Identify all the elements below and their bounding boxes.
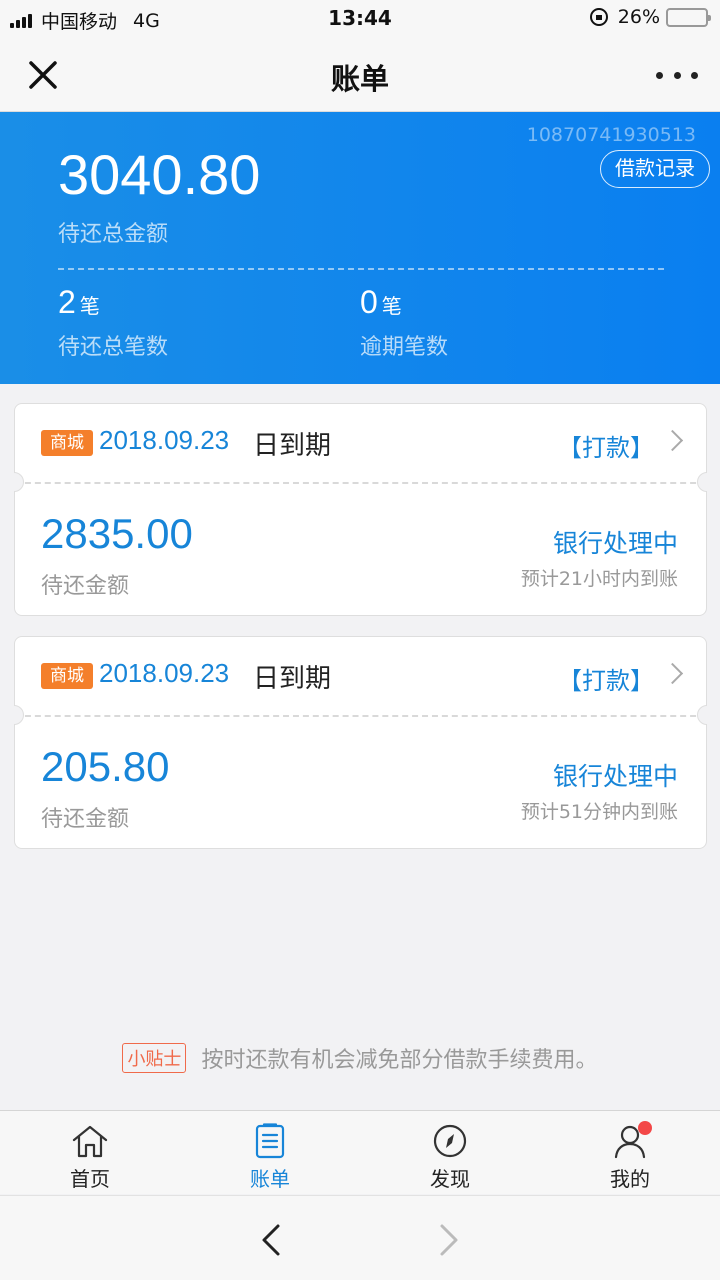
forward-button[interactable] <box>428 1220 468 1260</box>
account-number: 10870741930513 <box>526 124 696 146</box>
bill-eta: 预计51分钟内到账 <box>520 801 678 823</box>
bill-status: 银行处理中 <box>552 762 678 791</box>
browser-bar <box>0 1195 720 1280</box>
tab-label: 发现 <box>430 1167 470 1191</box>
mall-tag: 商城 <box>41 430 93 456</box>
chevron-right-icon <box>661 429 684 452</box>
pending-count-label: 待还总笔数 <box>58 335 169 360</box>
due-date: 2018.09.23 <box>99 658 230 688</box>
tab-discover[interactable]: 发现 <box>360 1111 540 1194</box>
compass-icon <box>433 1124 467 1158</box>
tab-label: 首页 <box>70 1167 110 1191</box>
bill-amount-label: 待还金额 <box>41 807 130 832</box>
bill-icon <box>255 1123 285 1159</box>
home-icon <box>72 1125 108 1158</box>
tip-text: 按时还款有机会减免部分借款手续费用。 <box>201 1048 598 1073</box>
summary-divider <box>58 268 664 270</box>
tab-home[interactable]: 首页 <box>0 1111 180 1194</box>
more-dot-icon <box>673 71 681 79</box>
bill-amount: 205.80 <box>41 743 170 790</box>
tip-bar: 小贴士 按时还款有机会减免部分借款手续费用。 <box>0 1042 720 1074</box>
rotation-lock-icon <box>589 8 608 26</box>
tab-bar: 首页 账单 发现 我的 <box>0 1110 720 1194</box>
notification-dot <box>638 1121 652 1135</box>
tab-label: 账单 <box>250 1167 290 1191</box>
card-perforation <box>15 715 706 717</box>
bill-amount: 2835.00 <box>41 510 193 557</box>
overdue-count-label: 逾期笔数 <box>360 335 449 360</box>
total-amount-label: 待还总金额 <box>58 222 169 247</box>
pending-unit: 笔 <box>79 294 100 318</box>
bill-status: 银行处理中 <box>552 529 678 558</box>
tip-badge: 小贴士 <box>122 1043 187 1073</box>
pay-link[interactable]: 【打款】 <box>558 428 654 463</box>
bill-eta: 预计21小时内到账 <box>520 568 678 590</box>
bill-card-header[interactable]: 商城 2018.09.23 日到期 【打款】 <box>15 637 706 715</box>
bill-card[interactable]: 商城 2018.09.23 日到期 【打款】 2835.00 待还金额 银行处理… <box>14 403 707 616</box>
bill-card[interactable]: 商城 2018.09.23 日到期 【打款】 205.80 待还金额 银行处理中… <box>14 636 707 849</box>
summary-banner: 10870741930513 借款记录 3040.80 待还总金额 2笔 待还总… <box>0 112 720 384</box>
overdue-count: 0 <box>360 284 378 320</box>
bill-card-header[interactable]: 商城 2018.09.23 日到期 【打款】 <box>15 404 706 482</box>
due-suffix: 日到期 <box>253 664 332 694</box>
tab-bill[interactable]: 账单 <box>180 1111 360 1194</box>
due-suffix: 日到期 <box>253 431 332 461</box>
loan-record-button[interactable]: 借款记录 <box>600 150 710 188</box>
mall-tag: 商城 <box>41 663 93 689</box>
status-bar: 中国移动 4G 13:44 26% <box>0 0 720 36</box>
more-button[interactable] <box>656 60 698 90</box>
card-perforation <box>15 482 706 484</box>
card-notch <box>697 472 707 492</box>
pay-link[interactable]: 【打款】 <box>558 661 654 696</box>
status-right: 26% <box>589 6 711 28</box>
pending-count: 2 <box>58 284 76 320</box>
chevron-right-icon <box>661 662 684 685</box>
more-dot-icon <box>656 71 663 79</box>
total-amount: 3040.80 <box>58 143 261 206</box>
battery-icon <box>666 7 711 27</box>
page-title: 账单 <box>330 62 389 96</box>
pending-count-stat: 2笔 待还总笔数 <box>58 284 168 361</box>
card-notch <box>14 705 24 725</box>
back-button[interactable] <box>252 1220 292 1260</box>
chevron-right-icon <box>440 1224 458 1256</box>
due-date: 2018.09.23 <box>99 425 230 455</box>
card-notch <box>697 705 707 725</box>
tab-mine[interactable]: 我的 <box>540 1111 720 1194</box>
more-dot-icon <box>691 71 698 79</box>
overdue-count-stat: 0笔 逾期笔数 <box>360 284 448 361</box>
chevron-left-icon <box>262 1224 280 1256</box>
nav-bar: 账单 <box>0 36 720 112</box>
tab-label: 我的 <box>610 1167 650 1191</box>
overdue-unit: 笔 <box>381 294 402 318</box>
bill-amount-label: 待还金额 <box>41 574 130 599</box>
battery-percent: 26% <box>617 6 660 28</box>
card-notch <box>14 472 24 492</box>
